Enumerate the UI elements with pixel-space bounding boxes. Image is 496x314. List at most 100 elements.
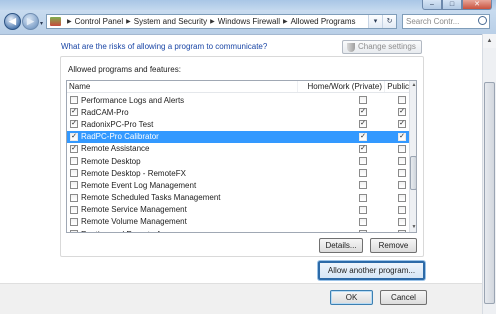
program-row[interactable]: Remote Desktop - RemoteFX — [67, 167, 409, 179]
program-enabled-checkbox[interactable] — [70, 157, 78, 166]
breadcrumb-control-panel[interactable]: Control Panel — [75, 17, 123, 26]
breadcrumb-allowed-programs[interactable]: Allowed Programs — [291, 17, 356, 26]
breadcrumb-separator-icon[interactable]: ▶ — [126, 18, 131, 25]
public-checkbox[interactable]: ✓ — [398, 132, 406, 141]
program-enabled-checkbox[interactable]: ✓ — [70, 120, 78, 129]
window-scrollbar[interactable]: ▲ — [482, 34, 496, 314]
program-enabled-checkbox[interactable]: ✓ — [70, 144, 78, 153]
home-work-cell — [297, 230, 384, 232]
public-checkbox[interactable] — [398, 181, 406, 190]
public-checkbox[interactable] — [398, 96, 406, 105]
program-enabled-checkbox[interactable] — [70, 205, 78, 214]
program-row[interactable]: Remote Volume Management — [67, 216, 409, 228]
program-row[interactable]: Routing and Remote Access — [67, 228, 409, 232]
program-name-cell: ✓ RadonixPC-Pro Test — [67, 120, 297, 129]
program-row[interactable]: Remote Desktop — [67, 155, 409, 167]
program-name-cell: Routing and Remote Access — [67, 230, 297, 232]
remove-button[interactable]: Remove — [370, 238, 417, 253]
back-button[interactable]: ◀ — [4, 13, 21, 30]
public-checkbox[interactable] — [398, 157, 406, 166]
column-header-name[interactable]: Name — [67, 81, 297, 92]
home-work-cell — [297, 217, 384, 226]
home-work-cell: ✓ — [297, 120, 384, 129]
home-work-checkbox[interactable]: ✓ — [359, 120, 367, 129]
refresh-button[interactable]: ↻ — [382, 15, 396, 28]
program-name-cell: Remote Volume Management — [67, 217, 297, 226]
home-work-checkbox[interactable]: ✓ — [359, 144, 367, 153]
risks-help-link[interactable]: What are the risks of allowing a program… — [61, 42, 267, 51]
program-row[interactable]: Remote Scheduled Tasks Management — [67, 192, 409, 204]
allow-another-program-button[interactable]: Allow another program... — [318, 261, 425, 280]
maximize-button[interactable]: □ — [442, 0, 462, 10]
breadcrumb-separator-icon[interactable]: ▶ — [283, 18, 288, 25]
program-row[interactable]: Remote Event Log Management — [67, 179, 409, 191]
public-cell — [384, 205, 409, 214]
home-work-cell — [297, 181, 384, 190]
home-work-checkbox[interactable] — [359, 230, 367, 232]
scroll-up-icon[interactable]: ▲ — [483, 34, 496, 48]
forward-button[interactable]: ▶ — [22, 13, 39, 30]
public-checkbox[interactable] — [398, 205, 406, 214]
home-work-checkbox[interactable] — [359, 157, 367, 166]
window-controls: – □ ✕ — [422, 0, 492, 10]
main-content: What are the risks of allowing a program… — [0, 34, 482, 314]
program-enabled-checkbox[interactable] — [70, 169, 78, 178]
public-cell — [384, 181, 409, 190]
public-checkbox[interactable] — [398, 230, 406, 232]
program-enabled-checkbox[interactable] — [70, 193, 78, 202]
home-work-checkbox[interactable] — [359, 193, 367, 202]
recent-pages-dropdown[interactable]: ▾ — [40, 20, 43, 27]
program-name: Performance Logs and Alerts — [81, 95, 185, 105]
program-row[interactable]: ✓ RadPC-Pro Calibrator ✓ ✓ — [67, 130, 409, 143]
address-bar[interactable]: ▶ Control Panel ▶ System and Security ▶ … — [46, 14, 397, 29]
change-settings-button[interactable]: Change settings — [342, 40, 422, 54]
public-checkbox[interactable] — [398, 193, 406, 202]
home-work-checkbox[interactable] — [359, 181, 367, 190]
home-work-checkbox[interactable] — [359, 205, 367, 214]
list-scroll-down-icon[interactable]: ▼ — [410, 223, 416, 232]
program-row[interactable]: Remote Service Management — [67, 204, 409, 216]
public-checkbox[interactable] — [398, 169, 406, 178]
public-cell — [384, 144, 409, 153]
home-work-checkbox[interactable]: ✓ — [359, 132, 367, 141]
dialog-footer: OK Cancel — [0, 283, 482, 314]
programs-list[interactable]: Name Home/Work (Private) Public Performa… — [66, 80, 417, 233]
program-enabled-checkbox[interactable] — [70, 181, 78, 190]
public-cell: ✓ — [384, 132, 409, 141]
program-row[interactable]: ✓ RadCAM-Pro ✓ ✓ — [67, 106, 409, 118]
minimize-button[interactable]: – — [422, 0, 442, 10]
public-checkbox[interactable] — [398, 144, 406, 153]
details-button[interactable]: Details... — [319, 238, 363, 253]
public-checkbox[interactable]: ✓ — [398, 108, 406, 117]
program-row[interactable]: ✓ RadonixPC-Pro Test ✓ ✓ — [67, 118, 409, 130]
list-scrollbar[interactable]: ▲ ▼ — [409, 81, 416, 232]
close-button[interactable]: ✕ — [462, 0, 492, 10]
program-enabled-checkbox[interactable] — [70, 96, 78, 105]
program-enabled-checkbox[interactable]: ✓ — [70, 108, 78, 117]
breadcrumb-separator-icon[interactable]: ▶ — [210, 18, 215, 25]
home-work-checkbox[interactable] — [359, 96, 367, 105]
search-input[interactable]: Search Contr... — [402, 14, 490, 29]
program-row[interactable]: Performance Logs and Alerts — [67, 94, 409, 106]
search-icon[interactable] — [478, 16, 487, 25]
column-header-home-work[interactable]: Home/Work (Private) — [297, 81, 384, 92]
program-enabled-checkbox[interactable] — [70, 217, 78, 226]
public-checkbox[interactable] — [398, 217, 406, 226]
program-enabled-checkbox[interactable]: ✓ — [70, 132, 78, 141]
shield-icon — [347, 42, 355, 52]
window-scroll-thumb[interactable] — [484, 82, 495, 304]
home-work-checkbox[interactable] — [359, 169, 367, 178]
breadcrumb-windows-firewall[interactable]: Windows Firewall — [218, 17, 280, 26]
program-enabled-checkbox[interactable] — [70, 230, 78, 232]
column-header-public[interactable]: Public — [384, 81, 409, 92]
address-dropdown-button[interactable]: ▾ — [368, 15, 382, 28]
list-scroll-up-icon[interactable]: ▲ — [410, 81, 416, 90]
ok-button[interactable]: OK — [330, 290, 373, 305]
cancel-button[interactable]: Cancel — [380, 290, 427, 305]
breadcrumb-system-and-security[interactable]: System and Security — [134, 17, 207, 26]
list-scroll-thumb[interactable] — [410, 156, 416, 190]
home-work-checkbox[interactable] — [359, 217, 367, 226]
home-work-checkbox[interactable]: ✓ — [359, 108, 367, 117]
public-checkbox[interactable]: ✓ — [398, 120, 406, 129]
program-row[interactable]: ✓ Remote Assistance ✓ — [67, 143, 409, 155]
